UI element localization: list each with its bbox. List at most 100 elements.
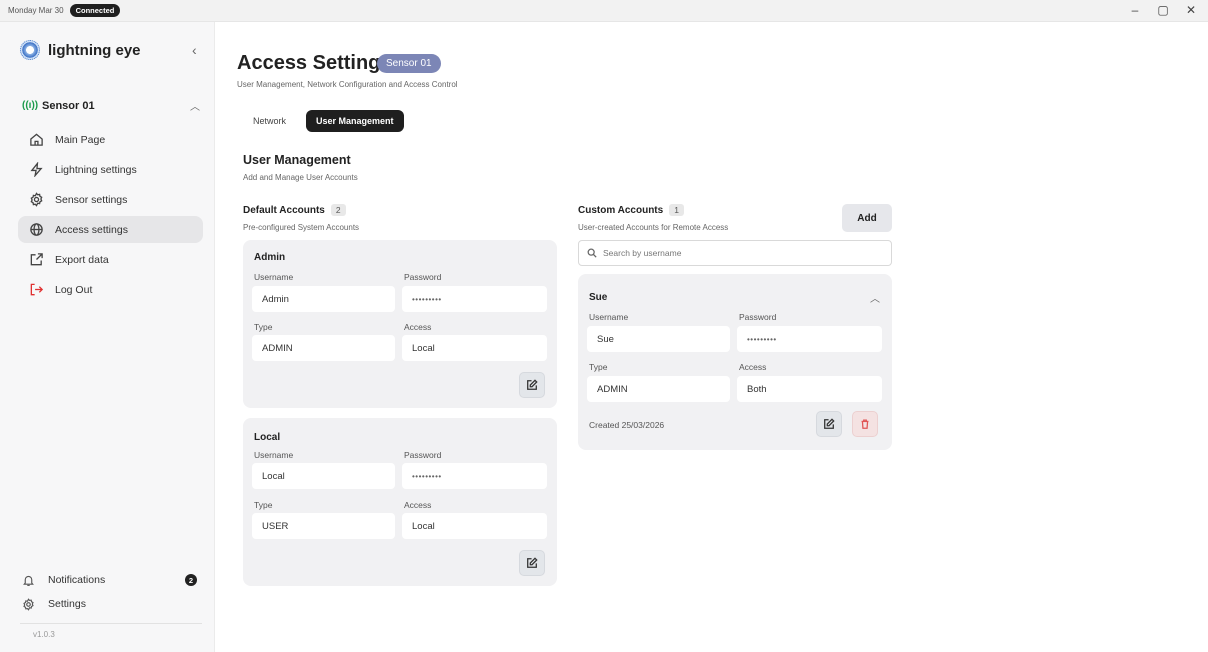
type-field[interactable]: ADMIN <box>252 335 395 361</box>
bolt-icon <box>28 162 44 178</box>
close-button[interactable]: ✕ <box>1184 3 1198 17</box>
search-input[interactable] <box>603 248 883 258</box>
signal-icon: ((ı)) <box>22 100 39 111</box>
search-icon <box>587 248 597 258</box>
tab-bar: Network User Management <box>243 110 404 132</box>
notifications-label: Notifications <box>48 574 106 586</box>
sidebar-item-export-data[interactable]: Export data <box>18 246 203 273</box>
type-field[interactable]: USER <box>252 513 395 539</box>
custom-accounts-title: Custom Accounts <box>578 204 664 216</box>
chevron-up-icon: ︿ <box>190 102 200 113</box>
globe-icon <box>28 222 44 238</box>
access-label: Access <box>739 362 767 372</box>
username-field[interactable]: Admin <box>252 286 395 312</box>
date-label: Monday Mar 30 <box>8 6 64 15</box>
password-label: Password <box>404 450 442 460</box>
brand: lightning eye <box>20 40 141 60</box>
edit-button[interactable] <box>519 550 545 576</box>
account-name: Local <box>254 432 281 443</box>
brand-name: lightning eye <box>48 41 141 59</box>
app-version: v1.0.3 <box>33 630 55 639</box>
sidebar-item-label: Sensor settings <box>55 193 128 206</box>
custom-accounts-count: 1 <box>669 204 684 216</box>
type-label: Type <box>254 500 273 510</box>
sidebar-footer-nav: Notifications 2 Settings <box>22 568 197 616</box>
username-field[interactable]: Sue <box>587 326 730 352</box>
minimize-button[interactable]: – <box>1128 3 1142 17</box>
sidebar-item-main-page[interactable]: Main Page <box>18 126 203 153</box>
connection-status-badge: Connected <box>69 4 121 17</box>
password-label: Password <box>404 272 442 282</box>
title-bar: Monday Mar 30 Connected – ▢ ✕ <box>0 0 1208 22</box>
restore-button[interactable]: ▢ <box>1156 3 1170 17</box>
settings-label: Settings <box>48 598 86 610</box>
add-account-button[interactable]: Add <box>842 204 892 232</box>
main-content: Access Settings Sensor 01 User Managemen… <box>215 22 1208 652</box>
sidebar-item-label: Main Page <box>55 133 106 146</box>
window-controls: – ▢ ✕ <box>1128 3 1198 17</box>
password-field[interactable]: ••••••••• <box>402 463 547 489</box>
search-bar <box>578 240 892 266</box>
password-field[interactable]: ••••••••• <box>737 326 882 352</box>
edit-button[interactable] <box>816 411 842 437</box>
gear-icon <box>28 192 44 208</box>
page-subtitle: User Management, Network Configuration a… <box>237 80 458 89</box>
gear-icon <box>22 597 38 611</box>
access-field[interactable]: Both <box>737 376 882 402</box>
custom-accounts-subtitle: User-created Accounts for Remote Access <box>578 223 729 232</box>
account-card-admin: Admin Username Password Admin ••••••••• … <box>243 240 557 408</box>
notifications-count-badge: 2 <box>185 574 197 586</box>
access-field[interactable]: Local <box>402 513 547 539</box>
account-name: Admin <box>254 252 286 263</box>
access-label: Access <box>404 322 432 332</box>
delete-button[interactable] <box>852 411 878 437</box>
sidebar-item-access-settings[interactable]: Access settings <box>18 216 203 243</box>
default-accounts-count: 2 <box>330 204 346 216</box>
export-icon <box>28 252 44 268</box>
sidebar-item-log-out[interactable]: Log Out <box>18 276 203 303</box>
default-accounts-subtitle: Pre-configured System Accounts <box>243 223 360 232</box>
sidebar-nav: Main Page Lightning settings Sensor sett… <box>18 126 203 306</box>
type-label: Type <box>254 322 273 332</box>
password-label: Password <box>739 312 777 322</box>
account-name: Sue <box>589 292 608 303</box>
lightning-eye-logo-icon <box>20 40 40 60</box>
sidebar-item-label: Access settings <box>55 223 128 236</box>
account-card-sue: Sue ︿ Username Password Sue ••••••••• Ty… <box>578 274 892 450</box>
bell-icon <box>22 574 38 587</box>
tab-user-management[interactable]: User Management <box>306 110 404 132</box>
access-field[interactable]: Local <box>402 335 547 361</box>
sidebar-item-sensor-settings[interactable]: Sensor settings <box>18 186 203 213</box>
username-label: Username <box>589 312 629 322</box>
edit-button[interactable] <box>519 372 545 398</box>
sidebar-item-label: Export data <box>55 253 109 266</box>
username-field[interactable]: Local <box>252 463 395 489</box>
password-field[interactable]: ••••••••• <box>402 286 547 312</box>
sidebar-item-lightning-settings[interactable]: Lightning settings <box>18 156 203 183</box>
type-field[interactable]: ADMIN <box>587 376 730 402</box>
chevron-up-icon[interactable]: ︿ <box>870 290 880 305</box>
default-accounts-title: Default Accounts <box>243 204 325 216</box>
sensor-group-toggle[interactable]: ((ı)) Sensor 01 ︿ <box>22 98 200 114</box>
tab-network[interactable]: Network <box>243 110 296 132</box>
type-label: Type <box>589 362 608 372</box>
sidebar-item-label: Lightning settings <box>55 163 137 176</box>
username-label: Username <box>254 272 294 282</box>
sensor-badge: Sensor 01 <box>377 54 441 73</box>
edit-icon <box>824 418 835 429</box>
page-title: Access Settings <box>237 52 392 74</box>
username-label: Username <box>254 450 294 460</box>
account-card-local: Local Username Password Local ••••••••• … <box>243 418 557 586</box>
trash-icon <box>861 419 869 429</box>
created-date: Created 25/03/2026 <box>589 420 665 430</box>
custom-accounts-heading: Custom Accounts 1 <box>578 204 684 216</box>
sidebar-item-settings[interactable]: Settings <box>22 592 197 616</box>
edit-icon <box>527 379 538 390</box>
default-accounts-heading: Default Accounts 2 <box>243 204 346 216</box>
logout-icon <box>28 282 44 298</box>
sidebar-divider <box>20 623 202 624</box>
sidebar: lightning eye ‹ ((ı)) Sensor 01 ︿ Main P… <box>0 22 215 652</box>
access-label: Access <box>404 500 432 510</box>
collapse-sidebar-button[interactable]: ‹ <box>192 42 197 58</box>
sidebar-item-notifications[interactable]: Notifications 2 <box>22 568 197 592</box>
